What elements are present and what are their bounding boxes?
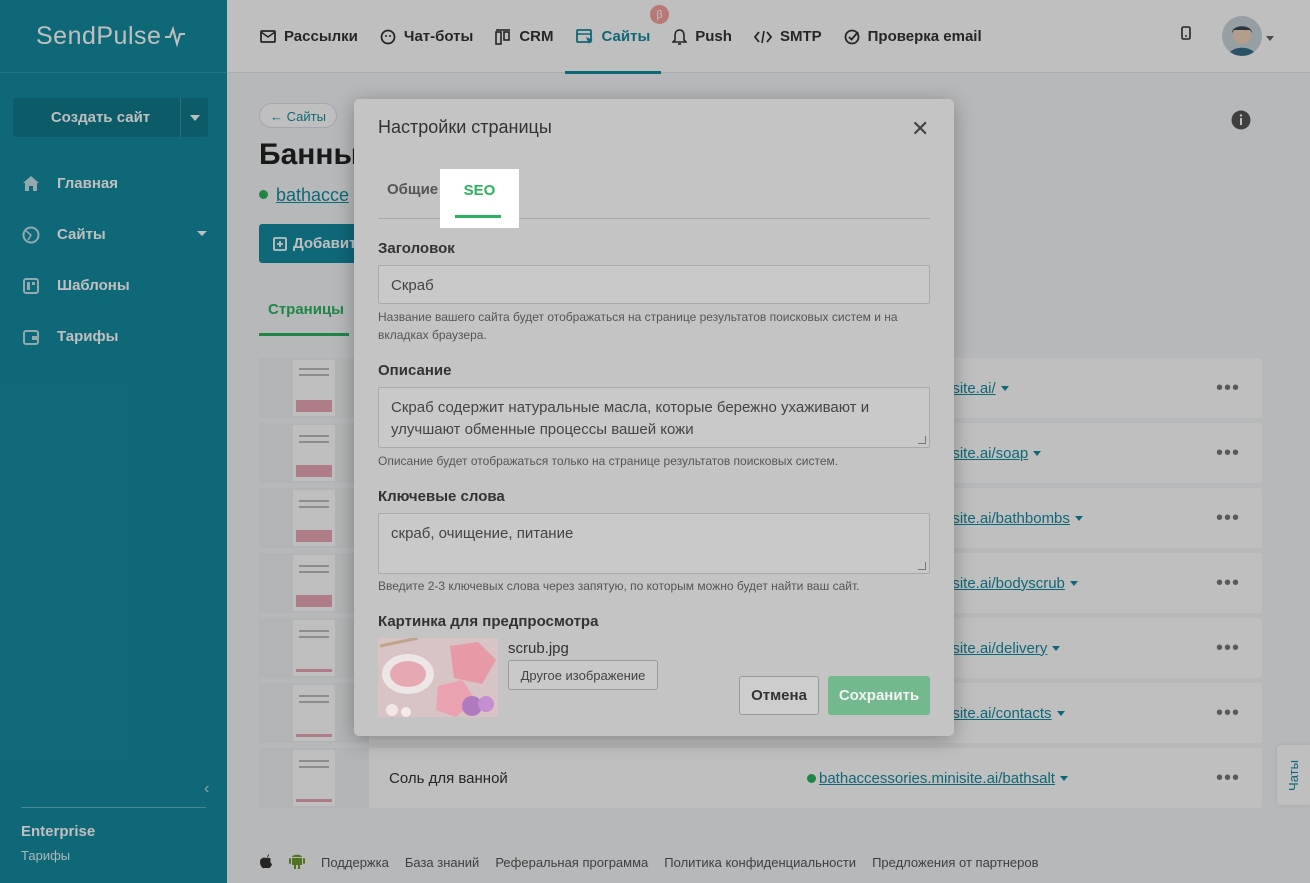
keywords-textarea[interactable]: скраб, очищение, питание (378, 513, 930, 574)
preview-image-label: Картинка для предпросмотра (378, 613, 599, 630)
keywords-hint: Введите 2-3 ключевых слова через запятую… (378, 579, 860, 593)
description-value: Скраб содержит натуральные масла, которы… (391, 399, 870, 438)
description-hint: Описание будет отображаться только на ст… (378, 454, 839, 468)
cancel-button[interactable]: Отмена (739, 676, 819, 715)
other-image-button[interactable]: Другое изображение (508, 660, 658, 690)
tab-seo-label: SEO (463, 182, 496, 199)
keywords-label: Ключевые слова (378, 488, 505, 505)
tab-seo[interactable]: SEO (440, 169, 519, 228)
keywords-value: скраб, очищение, питание (391, 525, 574, 542)
modal-title: Настройки страницы (378, 117, 552, 137)
tab-general[interactable]: Общие (387, 181, 438, 198)
title-label: Заголовок (378, 240, 455, 257)
title-input[interactable]: Скраб (378, 265, 930, 304)
description-textarea[interactable]: Скраб содержит натуральные масла, которы… (378, 387, 930, 448)
description-label: Описание (378, 362, 452, 379)
active-tab-indicator (455, 215, 501, 218)
preview-filename: scrub.jpg (508, 640, 569, 657)
preview-image-thumbnail (378, 638, 498, 717)
close-icon[interactable]: ✕ (911, 116, 929, 142)
title-hint: Название вашего сайта будет отображаться… (378, 310, 898, 342)
resize-handle[interactable] (918, 436, 926, 444)
page-settings-modal: Настройки страницы ✕ Общие SEO Заголовок… (354, 99, 954, 736)
save-button[interactable]: Сохранить (828, 676, 930, 715)
app-root: SendPulse Создать сайт Главная Сайты Шаб… (0, 0, 1310, 883)
resize-handle[interactable] (918, 562, 926, 570)
modal-tabs: Общие SEO (378, 169, 930, 228)
